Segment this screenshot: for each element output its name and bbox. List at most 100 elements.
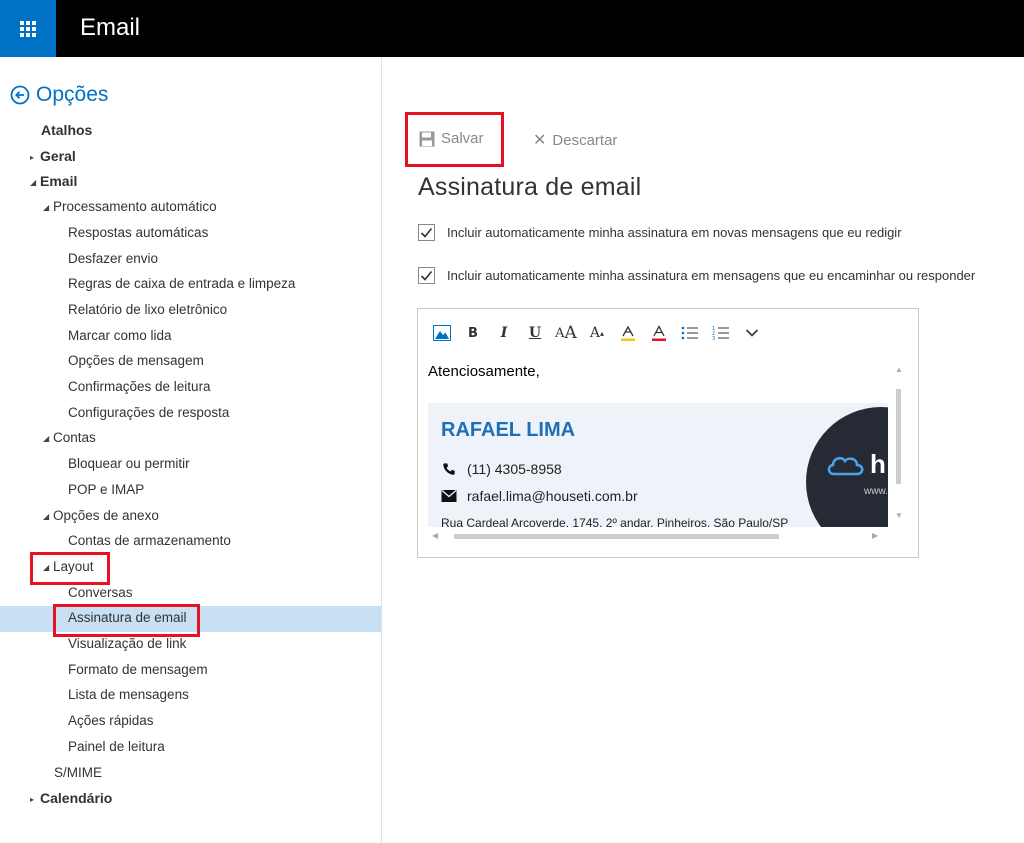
save-button[interactable]: Salvar [419,130,484,147]
more-icon[interactable] [740,322,764,344]
auto-signature-new-checkbox[interactable] [418,224,435,241]
phone-icon [443,463,455,475]
top-bar: Email [0,0,1024,57]
sidebar-item-label: Desfazer envio [68,251,159,266]
signature-email: rafael.lima@houseti.com.br [467,488,638,504]
sidebar-item[interactable]: Relatório de lixo eletrônico [68,302,227,317]
sidebar-item[interactable]: Respostas automáticas [68,225,208,240]
sidebar-item[interactable]: Contas de armazenamento [68,533,231,548]
collapsed-triangle-icon[interactable]: ▸ [30,153,40,162]
signature-email-row: rafael.lima@houseti.com.br [441,488,638,504]
bold-icon[interactable]: B [461,322,485,344]
sidebar-item[interactable]: Marcar como lida [68,328,172,343]
sidebar-item[interactable]: ◢ Contas [43,430,96,445]
back-arrow-icon [10,85,30,105]
signature-address: Rua Cardeal Arcoverde, 1745, 2º andar, P… [441,516,789,527]
scroll-up-icon[interactable]: ▲ [895,365,903,374]
italic-icon[interactable]: I [492,322,516,344]
sidebar-item-label: Lista de mensagens [68,687,189,702]
discard-button[interactable]: ✕ Descartar [533,130,617,150]
sidebar-item[interactable]: Atalhos [41,122,92,138]
sidebar-item[interactable]: Conversas [68,585,133,600]
bullets-icon[interactable] [678,322,702,344]
sidebar-item[interactable]: Confirmações de leitura [68,379,211,394]
sidebar-item[interactable]: Configurações de resposta [68,405,229,420]
auto-signature-reply-row: Incluir automaticamente minha assinatura… [418,267,975,284]
signature-editor[interactable]: B I U AA A ▴ 123 Atenciosamente, RAFAEL L… [417,308,919,558]
expanded-triangle-icon[interactable]: ◢ [43,203,53,212]
sidebar-item[interactable]: Painel de leitura [68,739,165,754]
expanded-triangle-icon[interactable]: ◢ [43,512,53,521]
signature-greeting: Atenciosamente, [428,363,540,380]
scrollbar-thumb[interactable] [454,534,779,539]
sidebar-item[interactable]: S/MIME [54,765,102,780]
highlight-icon[interactable] [616,322,640,344]
expanded-triangle-icon[interactable]: ◢ [43,434,53,443]
highlight-signature-box [53,604,200,637]
auto-signature-reply-label: Incluir automaticamente minha assinatura… [447,268,976,283]
auto-signature-reply-checkbox[interactable] [418,267,435,284]
expanded-triangle-icon[interactable]: ◢ [30,178,40,187]
app-title: Email [80,14,141,41]
sidebar-item-label: Atalhos [41,122,93,138]
sidebar-item-label: Geral [40,148,76,164]
sidebar-item[interactable]: Desfazer envio [68,251,158,266]
sidebar-item-label: Conversas [68,585,133,600]
scrollbar-thumb[interactable] [896,389,901,484]
font-size-icon[interactable]: AA [554,322,578,344]
sidebar-item[interactable]: POP e IMAP [68,482,144,497]
scroll-right-icon[interactable]: ▶ [872,531,878,540]
sidebar-item-label: Opções de anexo [53,508,159,523]
underline-icon[interactable]: U [523,322,547,344]
font-color-icon[interactable] [647,322,671,344]
mail-icon [441,490,457,502]
back-to-options-button[interactable]: Opções [10,83,108,107]
sidebar-item[interactable]: Lista de mensagens [68,687,189,702]
sidebar-item-label: Processamento automático [53,199,217,214]
numbering-icon[interactable]: 123 [709,322,733,344]
sidebar-item-label: Calendário [40,790,113,806]
editor-toolbar: B I U AA A ▴ 123 [430,321,771,345]
sidebar-item-label: Marcar como lida [68,328,172,343]
cloud-icon [827,456,864,475]
company-logo: h [824,449,886,480]
editor-horizontal-scrollbar[interactable]: ◀ ▶ [432,531,892,541]
grow-font-icon[interactable]: A ▴ [585,322,609,344]
sidebar-item-label: Configurações de resposta [68,405,230,420]
checkmark-icon [420,227,433,238]
sidebar-item-label: Painel de leitura [68,739,165,754]
save-icon [419,131,435,146]
signature-card: RAFAEL LIMA (11) 4305-8958 rafael.lima@h… [428,403,888,527]
sidebar-item[interactable]: ▸ Calendário [30,790,112,806]
sidebar-item[interactable]: ◢ Email [30,173,77,189]
collapsed-triangle-icon[interactable]: ▸ [30,795,40,804]
app-launcher-button[interactable] [0,0,56,57]
scroll-left-icon[interactable]: ◀ [432,531,438,540]
website-text: www. [864,486,888,497]
sidebar-item[interactable]: Regras de caixa de entrada e limpeza [68,276,295,291]
sidebar-item-label: Relatório de lixo eletrônico [68,302,228,317]
sidebar-item-label: S/MIME [54,765,103,780]
scroll-down-icon[interactable]: ▼ [895,511,903,520]
sidebar-item-label: Contas [53,430,96,445]
sidebar-item-label: Respostas automáticas [68,225,209,240]
page-title: Assinatura de email [418,173,642,201]
sidebar-item[interactable]: ▸ Geral [30,148,76,164]
sidebar-item[interactable]: ◢ Opções de anexo [43,508,159,523]
sidebar-item[interactable]: Formato de mensagem [68,662,208,677]
sidebar-item[interactable]: Visualização de link [68,636,186,651]
sidebar-item-label: Confirmações de leitura [68,379,211,394]
sidebar-item[interactable]: Bloquear ou permitir [68,456,190,471]
sidebar-item-label: Regras de caixa de entrada e limpeza [68,276,296,291]
sidebar-item[interactable]: Ações rápidas [68,713,154,728]
options-sidebar: Opções Atalhos ▸ Geral ◢ Email ◢ Processamento… [0,57,382,843]
sidebar-item[interactable]: ◢ Processamento automático [43,199,217,214]
sidebar-item-label: Ações rápidas [68,713,154,728]
save-label: Salvar [441,130,484,147]
editor-vertical-scrollbar[interactable]: ▲ ▼ [894,363,904,523]
image-icon[interactable] [430,322,454,344]
auto-signature-new-row: Incluir automaticamente minha assinatura… [418,224,902,241]
auto-signature-new-label: Incluir automaticamente minha assinatura… [447,225,902,240]
checkmark-icon [420,270,433,281]
sidebar-item[interactable]: Opções de mensagem [68,353,204,368]
